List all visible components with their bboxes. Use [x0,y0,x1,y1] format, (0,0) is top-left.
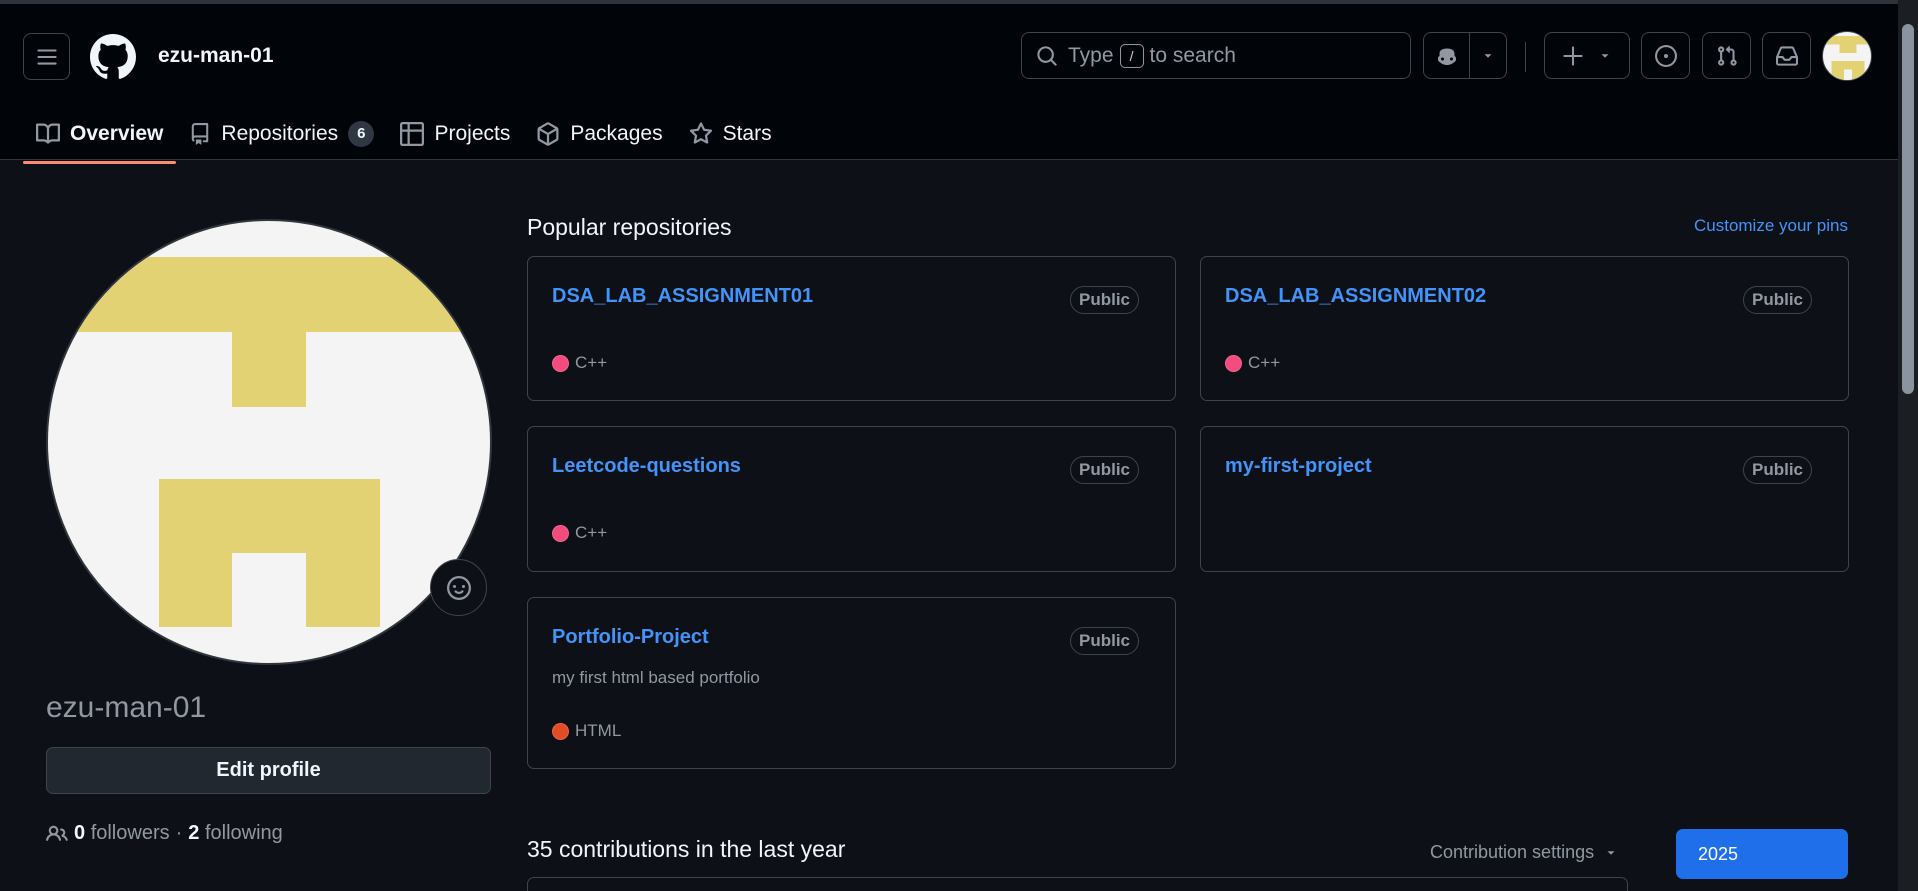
language-label: C++ [575,523,608,542]
visibility-badge: Public [1742,286,1812,314]
followers-label: followers [90,822,170,844]
people-icon [46,825,68,841]
edit-profile-button[interactable]: Edit profile [46,747,491,794]
language-color-dot [552,354,569,372]
visibility-badge: Public [1069,456,1139,484]
profile-identicon [48,257,490,627]
search-placeholder-prefix: Type [1068,43,1114,67]
table-icon [400,122,425,146]
profile-tabs: Overview Repositories 6 Projects Package… [23,106,785,164]
follow-separator: · [175,822,183,844]
hamburger-menu-button[interactable] [23,33,70,80]
language-color-dot [552,722,569,740]
repo-card: DSA_LAB_ASSIGNMENT02 Public C++ [1200,256,1849,401]
language-label: C++ [1248,353,1281,372]
repo-name-link[interactable]: DSA_LAB_ASSIGNMENT01 [552,285,813,308]
tab-repositories[interactable]: Repositories 6 [176,106,387,162]
header-divider [1525,42,1526,72]
pull-requests-button[interactable] [1702,32,1751,79]
tab-packages[interactable]: Packages [523,106,675,162]
visibility-badge: Public [1069,627,1139,655]
repo-card: my-first-project Public [1200,426,1849,572]
repo-card: Portfolio-Project Public my first html b… [527,597,1176,769]
set-status-button[interactable] [430,559,487,616]
contributions-title: 35 contributions in the last year [527,836,846,862]
repo-name-link[interactable]: my-first-project [1225,455,1372,478]
tab-stars[interactable]: Stars [676,106,785,162]
copilot-dropdown-icon[interactable] [1470,33,1506,78]
user-avatar-button[interactable] [1822,31,1872,81]
repo-language: HTML [552,721,621,741]
smiley-icon [446,575,471,600]
following-link[interactable]: 2 following [188,822,283,845]
chevron-down-icon [1601,53,1609,58]
inbox-icon [1775,45,1798,66]
search-input[interactable]: Type / to search [1021,32,1411,79]
repo-name-link[interactable]: Leetcode-questions [552,455,741,478]
repo-card: DSA_LAB_ASSIGNMENT01 Public C++ [527,256,1176,401]
inbox-button[interactable] [1762,32,1811,79]
copilot-icon[interactable] [1424,33,1471,78]
tab-projects[interactable]: Projects [387,106,523,162]
tab-stars-label: Stars [722,122,772,145]
followers-count: 0 [74,822,86,844]
language-color-dot [552,524,569,542]
repo-icon [189,123,211,145]
avatar-identicon [1823,36,1871,80]
language-label: HTML [575,721,622,740]
plus-icon [1563,45,1583,66]
header-username[interactable]: ezu-man-01 [158,44,274,68]
following-label: following [204,822,283,844]
tab-packages-label: Packages [570,122,663,145]
followers-link[interactable]: 0 followers [74,822,170,845]
repo-name-link[interactable]: Portfolio-Project [552,626,709,649]
tab-overview-label: Overview [70,122,164,145]
repo-language: C++ [552,523,607,543]
repositories-count-badge: 6 [348,121,375,147]
search-shortcut-key: / [1119,43,1144,68]
star-icon [689,122,713,146]
issue-opened-icon [1654,44,1677,67]
contribution-settings-dropdown[interactable]: Contribution settings [1430,842,1618,863]
search-icon [1037,45,1057,66]
popular-repositories-title: Popular repositories [527,214,732,240]
year-2025-button[interactable]: 2025 [1676,829,1848,879]
tab-projects-label: Projects [434,122,511,145]
github-logo-icon[interactable] [90,34,136,80]
tab-repositories-label: Repositories [221,122,339,145]
profile-avatar[interactable] [46,219,492,665]
language-color-dot [1225,354,1242,372]
issues-button[interactable] [1641,32,1690,79]
create-new-button[interactable] [1544,32,1630,79]
package-icon [536,122,560,146]
scrollbar-thumb[interactable] [1902,24,1914,394]
customize-pins-link[interactable]: Customize your pins [1694,216,1848,236]
repo-description: my first html based portfolio [552,668,760,687]
search-placeholder-suffix: to search [1149,43,1236,67]
visibility-badge: Public [1742,456,1812,484]
menu-icon [36,48,57,65]
repo-name-link[interactable]: DSA_LAB_ASSIGNMENT02 [1225,285,1486,308]
language-label: C++ [575,353,608,372]
scrollbar-track[interactable] [1898,0,1918,891]
repo-card: Leetcode-questions Public C++ [527,426,1176,572]
visibility-badge: Public [1069,286,1139,314]
profile-username: ezu-man-01 [46,691,207,724]
following-count: 2 [188,822,200,844]
repo-language: C++ [552,353,607,373]
tab-overview[interactable]: Overview [23,106,177,164]
book-icon [36,122,60,146]
contribution-graph-box [527,877,1628,891]
follow-stats: 0 followers · 2 following [46,822,283,845]
git-pull-request-icon [1717,45,1737,66]
chevron-down-icon [1607,850,1615,855]
copilot-button[interactable] [1423,32,1507,79]
contribution-settings-label: Contribution settings [1430,842,1595,862]
global-header: ezu-man-01 Type / to search Overview Rep… [0,0,1898,164]
repo-language: C++ [1225,353,1280,373]
